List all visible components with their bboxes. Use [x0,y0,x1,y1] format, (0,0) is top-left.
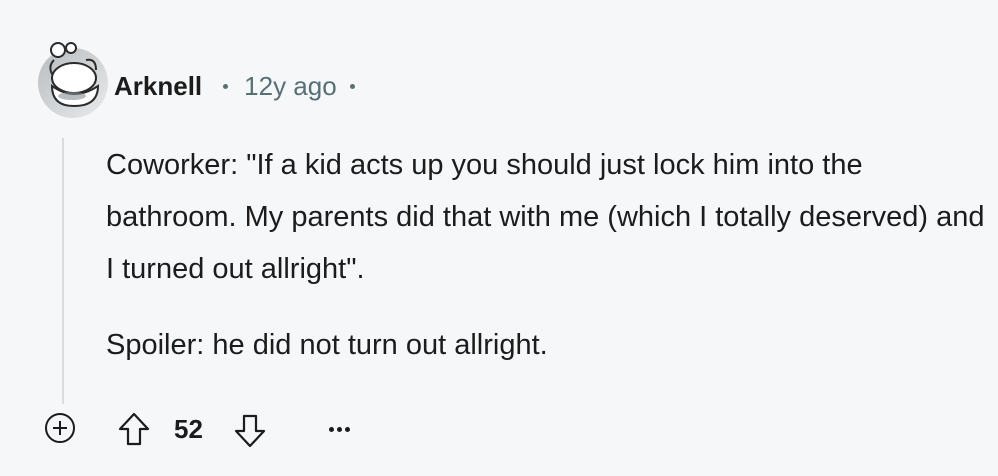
arrow-down-icon[interactable] [232,413,268,449]
comment-paragraph: Spoiler: he did not turn out allright. [106,329,548,361]
snoo-avatar-icon [38,42,108,118]
avatar[interactable] [38,40,108,118]
comment-header: Arknell 12y ago [114,66,355,106]
comment: Arknell 12y ago Coworker: "If a kid acts… [0,0,998,476]
comment-timestamp[interactable]: 12y ago [244,71,337,102]
plus-circle-icon[interactable] [45,413,75,443]
author-name[interactable]: Arknell [114,71,202,102]
separator-dot [349,83,355,89]
comment-body: Coworker: "If a kid acts up you should j… [106,139,986,371]
vote-score: 52 [174,414,203,444]
separator-dot [223,83,229,89]
ellipsis-dot [344,426,350,432]
ellipsis-dot [336,426,342,432]
arrow-up-icon[interactable] [116,411,152,447]
ellipsis-dot [328,426,334,432]
comment-paragraph: Coworker: "If a kid acts up you should j… [106,149,985,285]
thread-line[interactable] [62,138,64,404]
comment-actions: 52 [40,404,400,452]
ellipsis-icon[interactable] [322,414,356,444]
